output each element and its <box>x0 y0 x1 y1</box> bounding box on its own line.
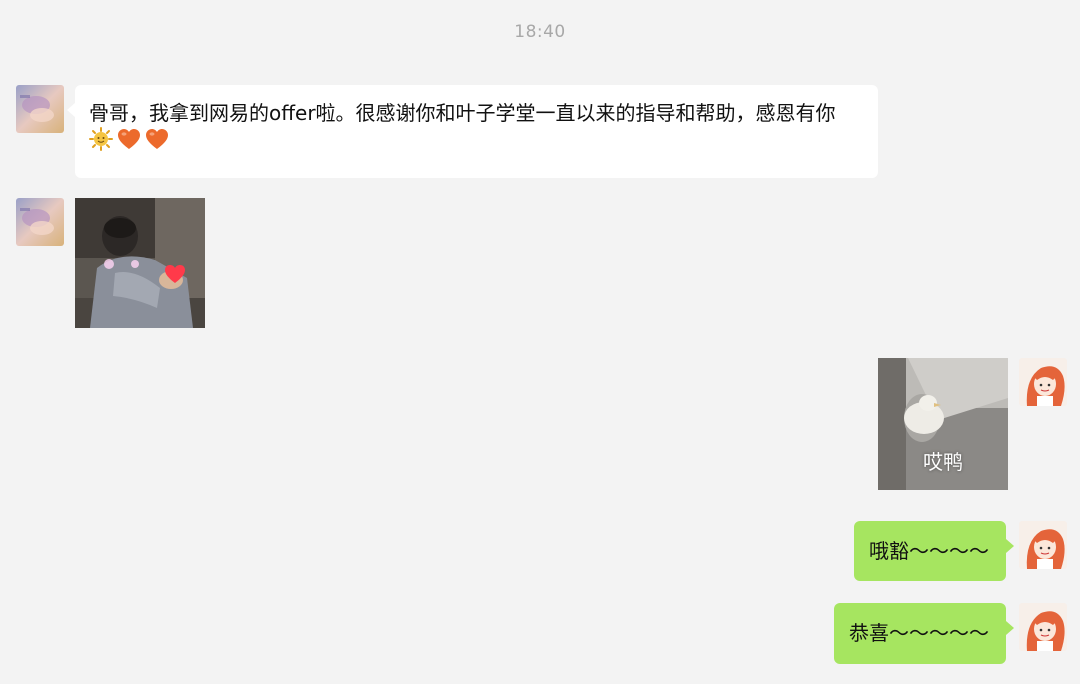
heart-emoji <box>145 128 169 157</box>
duck-sticker[interactable]: 哎鸭 <box>878 358 1008 490</box>
message-bubble-outgoing[interactable]: 恭喜～～～～～ <box>834 603 1006 664</box>
sticker-caption: 哎鸭 <box>923 450 963 474</box>
sun-emoji <box>89 127 113 158</box>
my-avatar[interactable] <box>1019 603 1067 651</box>
timestamp: 18:40 <box>514 22 566 42</box>
message-bubble-incoming[interactable]: 骨哥，我拿到网易的offer啦。很感谢你和叶子学堂一直以来的指导和帮助，感恩有你 <box>75 85 878 178</box>
bubble-tail <box>1006 539 1014 553</box>
contact-avatar[interactable] <box>16 85 64 133</box>
message-text: 哦豁～～～～ <box>869 539 989 563</box>
my-avatar[interactable] <box>1019 358 1067 406</box>
my-avatar[interactable] <box>1019 521 1067 569</box>
message-bubble-outgoing[interactable]: 哦豁～～～～ <box>854 521 1006 581</box>
message-text: 骨哥，我拿到网易的offer啦。很感谢你和叶子学堂一直以来的指导和帮助，感恩有你 <box>89 101 836 125</box>
bubble-tail <box>67 103 75 117</box>
message-text: 恭喜～～～～～ <box>849 621 989 645</box>
contact-avatar[interactable] <box>16 198 64 246</box>
bubble-tail <box>1006 621 1014 635</box>
man-clutching-heart-sticker[interactable] <box>75 198 205 328</box>
heart-emoji <box>117 128 141 157</box>
